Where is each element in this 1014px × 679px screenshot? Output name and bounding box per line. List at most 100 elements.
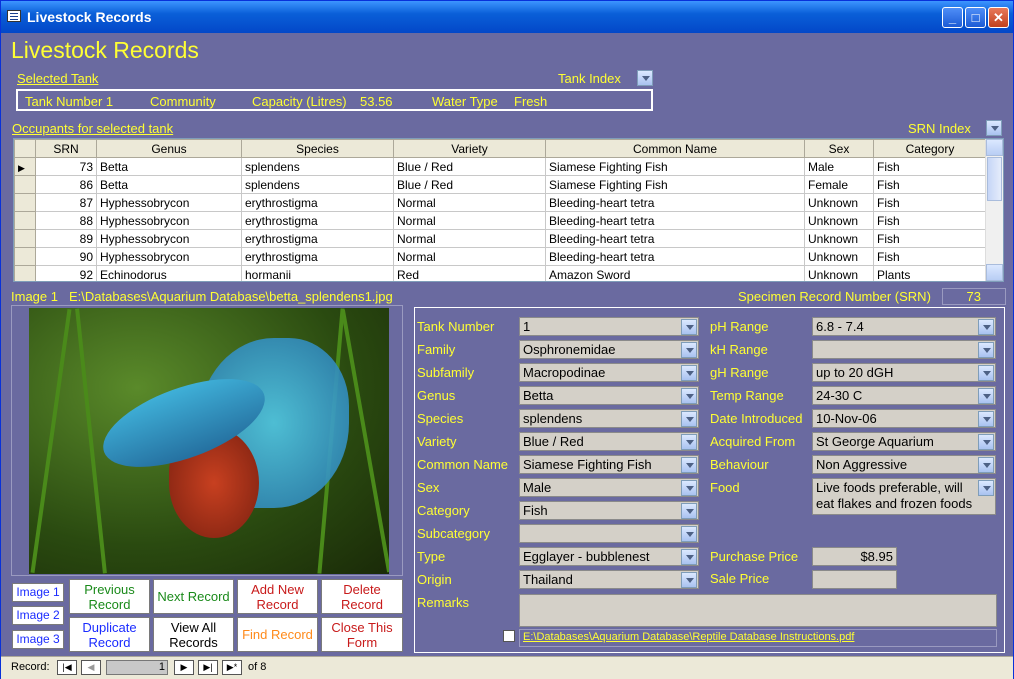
table-cell[interactable]: erythrostigma (241, 229, 394, 248)
table-cell[interactable]: Echinodorus (96, 265, 242, 281)
field-dropdown[interactable] (978, 411, 994, 427)
table-cell[interactable]: Hyphessobrycon (96, 229, 242, 248)
field-dropdown[interactable] (978, 319, 994, 335)
table-cell[interactable]: Fish (873, 247, 987, 266)
field-dropdown[interactable] (681, 342, 697, 358)
next-record-nav-button[interactable]: ▶ (174, 660, 194, 675)
new-record-nav-button[interactable]: ▶* (222, 660, 242, 675)
table-cell[interactable]: Normal (393, 229, 546, 248)
table-cell[interactable]: Normal (393, 193, 546, 212)
view-all-records-button[interactable]: View All Records (153, 617, 234, 652)
table-cell[interactable]: Hyphessobrycon (96, 247, 242, 266)
scroll-down-button[interactable] (986, 264, 1003, 281)
table-cell[interactable]: Fish (873, 175, 987, 194)
image-1-button[interactable]: Image 1 (12, 583, 64, 602)
table-row[interactable]: 90 Hyphessobrycon erythrostigma Normal Bleed… (14, 247, 987, 266)
scroll-thumb[interactable] (987, 157, 1002, 201)
row-selector[interactable] (14, 265, 36, 281)
field-dropdown[interactable] (978, 388, 994, 404)
previous-record-button[interactable]: Previous Record (69, 579, 150, 614)
field-dropdown[interactable] (681, 526, 697, 542)
table-cell[interactable]: Amazon Sword (545, 265, 805, 281)
table-cell[interactable]: erythrostigma (241, 193, 394, 212)
sale-price-field[interactable] (812, 570, 897, 589)
table-cell[interactable]: Unknown (804, 229, 874, 248)
field-dropdown[interactable] (681, 388, 697, 404)
row-selector[interactable] (14, 229, 36, 248)
instructions-link[interactable]: E:\Databases\Aquarium Database\Reptile D… (519, 629, 997, 647)
table-cell[interactable]: Fish (873, 193, 987, 212)
table-cell[interactable]: Bleeding-heart tetra (545, 193, 805, 212)
field-value[interactable]: Macropodinae (519, 363, 699, 382)
field-value[interactable]: St George Aquarium (812, 432, 996, 451)
field-dropdown[interactable] (681, 549, 697, 565)
table-row[interactable]: 87 Hyphessobrycon erythrostigma Normal Bleed… (14, 193, 987, 212)
field-value[interactable]: Fish (519, 501, 699, 520)
table-cell[interactable]: Fish (873, 229, 987, 248)
field-dropdown[interactable] (681, 480, 697, 496)
field-dropdown[interactable] (681, 572, 697, 588)
table-cell[interactable]: Fish (873, 211, 987, 230)
table-cell[interactable]: Male (804, 157, 874, 176)
field-dropdown[interactable] (681, 457, 697, 473)
field-value[interactable]: Betta (519, 386, 699, 405)
table-row[interactable]: 88 Hyphessobrycon erythrostigma Normal Bleed… (14, 211, 987, 230)
purchase-price-field[interactable]: $8.95 (812, 547, 897, 566)
field-dropdown[interactable] (681, 503, 697, 519)
table-cell[interactable]: 89 (35, 229, 97, 248)
add-new-record-button[interactable]: Add New Record (237, 579, 318, 614)
scroll-up-button[interactable] (986, 139, 1003, 156)
field-dropdown[interactable] (681, 319, 697, 335)
field-dropdown[interactable] (978, 434, 994, 450)
table-cell[interactable]: Bleeding-heart tetra (545, 229, 805, 248)
field-dropdown[interactable] (681, 411, 697, 427)
last-record-button[interactable]: ▶| (198, 660, 218, 675)
table-row[interactable]: ▶ 73 Betta splendens Blue / Red Siamese Fight… (14, 157, 987, 176)
table-cell[interactable]: Normal (393, 247, 546, 266)
field-dropdown[interactable] (681, 365, 697, 381)
field-value[interactable]: Egglayer - bubblenest (519, 547, 699, 566)
field-dropdown[interactable] (681, 434, 697, 450)
table-cell[interactable]: Female (804, 175, 874, 194)
table-cell[interactable]: 90 (35, 247, 97, 266)
occupants-datasheet[interactable]: SRN Genus Species Variety Common Name Se… (13, 138, 1004, 282)
table-row[interactable]: 86 Betta splendens Blue / Red Siamese Fighti… (14, 175, 987, 194)
table-cell[interactable]: Betta (96, 157, 242, 176)
field-value[interactable] (812, 340, 996, 359)
table-cell[interactable]: Unknown (804, 247, 874, 266)
occupants-link[interactable]: Occupants for selected tank (12, 121, 173, 136)
find-record-button[interactable]: Find Record (237, 617, 318, 652)
field-value[interactable]: splendens (519, 409, 699, 428)
table-cell[interactable]: Betta (96, 175, 242, 194)
food-field[interactable]: Live foods preferable, will eat flakes a… (812, 478, 996, 515)
field-value[interactable]: 24-30 C (812, 386, 996, 405)
table-cell[interactable]: Blue / Red (393, 157, 546, 176)
table-cell[interactable]: Hyphessobrycon (96, 211, 242, 230)
table-cell[interactable]: Siamese Fighting Fish (545, 175, 805, 194)
food-dropdown[interactable] (978, 480, 994, 496)
image-3-button[interactable]: Image 3 (12, 630, 64, 649)
table-cell[interactable]: erythrostigma (241, 211, 394, 230)
table-cell[interactable]: 88 (35, 211, 97, 230)
datasheet-scrollbar[interactable] (985, 139, 1003, 281)
selected-tank-link[interactable]: Selected Tank (17, 71, 98, 86)
tank-index-dropdown[interactable] (637, 70, 653, 86)
field-value[interactable]: Non Aggressive (812, 455, 996, 474)
row-selector[interactable] (14, 211, 36, 230)
column-header[interactable]: SRN (35, 139, 97, 158)
table-cell[interactable]: Bleeding-heart tetra (545, 211, 805, 230)
close-window-button[interactable]: ✕ (988, 7, 1009, 28)
srn-index-dropdown[interactable] (986, 120, 1002, 136)
table-cell[interactable]: Bleeding-heart tetra (545, 247, 805, 266)
field-value[interactable]: Blue / Red (519, 432, 699, 451)
table-cell[interactable]: Unknown (804, 265, 874, 281)
table-cell[interactable]: Red (393, 265, 546, 281)
next-record-button[interactable]: Next Record (153, 579, 234, 614)
table-cell[interactable]: Normal (393, 211, 546, 230)
table-cell[interactable]: Hyphessobrycon (96, 193, 242, 212)
row-selector[interactable] (14, 247, 36, 266)
row-selector[interactable]: ▶ (14, 157, 36, 176)
duplicate-record-button[interactable]: Duplicate Record (69, 617, 150, 652)
table-cell[interactable]: 87 (35, 193, 97, 212)
instructions-checkbox[interactable] (503, 630, 515, 642)
